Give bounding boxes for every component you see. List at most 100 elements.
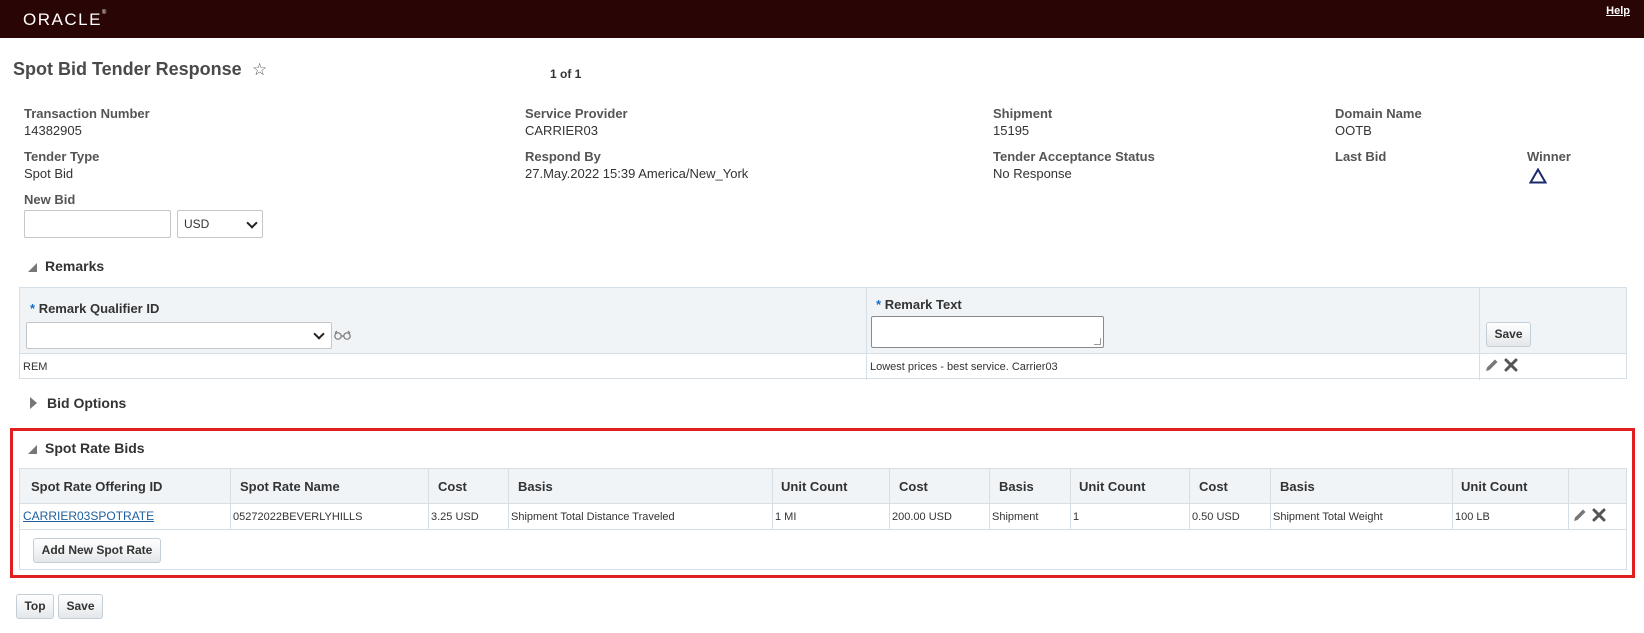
oracle-logo: ORACLE® bbox=[23, 10, 108, 29]
favorite-star-icon[interactable]: ☆ bbox=[252, 60, 267, 80]
cost-cell: 0.50 USD bbox=[1192, 511, 1240, 523]
winner-label: Winner bbox=[1527, 149, 1571, 164]
table-row: CARRIER03SPOTRATE bbox=[23, 509, 154, 523]
remarks-table: * Remark Qualifier ID * Remark Text Save… bbox=[19, 287, 1627, 380]
remarks-title: Remarks bbox=[45, 258, 105, 274]
currency-select[interactable]: USD bbox=[177, 210, 263, 238]
required-mark: * bbox=[876, 297, 882, 312]
tender-acceptance-status-field: Tender Acceptance Status No Response bbox=[993, 149, 1155, 181]
service-provider-field: Service Provider CARRIER03 bbox=[525, 106, 628, 138]
spot-rate-bids-title: Spot Rate Bids bbox=[45, 440, 145, 456]
top-bar: ORACLE® Help bbox=[0, 0, 1644, 38]
column-divider bbox=[1479, 288, 1480, 380]
spot-rate-offering-link[interactable]: CARRIER03SPOTRATE bbox=[23, 509, 154, 523]
spot-rate-name-cell: 05272022BEVERLYHILLS bbox=[233, 511, 363, 523]
basis-cell: Shipment Total Weight bbox=[1273, 511, 1383, 523]
header-unit-count: Unit Count bbox=[781, 479, 848, 494]
column-divider bbox=[230, 469, 231, 529]
header-cost: Cost bbox=[1199, 479, 1228, 494]
triangle-outline-icon bbox=[1529, 168, 1547, 184]
cost-cell: 200.00 USD bbox=[892, 511, 952, 523]
header-spot-rate-name: Spot Rate Name bbox=[240, 479, 340, 494]
remark-qualifier-cell: REM bbox=[23, 361, 48, 373]
tender-type-value: Spot Bid bbox=[24, 166, 74, 181]
column-divider bbox=[989, 469, 990, 529]
transaction-number-value: 14382905 bbox=[24, 123, 82, 138]
respond-by-value: 27.May.2022 15:39 America/New_York bbox=[525, 166, 749, 181]
header-cost: Cost bbox=[438, 479, 467, 494]
expand-triangle-icon bbox=[30, 397, 37, 409]
remark-text-textarea[interactable] bbox=[871, 316, 1104, 348]
remark-qualifier-header-label: Remark Qualifier ID bbox=[38, 301, 160, 316]
service-provider-label: Service Provider bbox=[525, 106, 628, 121]
winner-field: Winner bbox=[1527, 149, 1571, 164]
column-divider bbox=[428, 469, 429, 529]
column-divider bbox=[1070, 469, 1071, 529]
delete-x-icon[interactable] bbox=[1591, 507, 1607, 523]
new-bid-input[interactable] bbox=[24, 210, 171, 238]
header-unit-count: Unit Count bbox=[1461, 479, 1528, 494]
basis-cell: Shipment Total Distance Traveled bbox=[511, 511, 675, 523]
unit-count-cell: 100 LB bbox=[1455, 511, 1490, 523]
spot-rate-bids-section-header[interactable]: Spot Rate Bids bbox=[28, 440, 145, 456]
column-divider bbox=[772, 469, 773, 529]
header-basis: Basis bbox=[999, 479, 1034, 494]
tender-acceptance-status-value: No Response bbox=[993, 166, 1072, 181]
edit-pencil-icon[interactable] bbox=[1572, 507, 1588, 523]
bid-options-title: Bid Options bbox=[47, 395, 127, 411]
new-bid-field: New Bid bbox=[24, 192, 75, 207]
transaction-number-label: Transaction Number bbox=[24, 106, 150, 121]
shipment-label: Shipment bbox=[993, 106, 1053, 121]
domain-name-value: OOTB bbox=[1335, 123, 1372, 138]
row-divider bbox=[20, 529, 1626, 530]
respond-by-field: Respond By 27.May.2022 15:39 America/New… bbox=[525, 149, 748, 181]
header-unit-count: Unit Count bbox=[1079, 479, 1146, 494]
header-basis: Basis bbox=[1280, 479, 1315, 494]
column-divider bbox=[866, 288, 867, 380]
tender-type-label: Tender Type bbox=[24, 149, 100, 164]
last-bid-field: Last Bid bbox=[1335, 149, 1386, 166]
remark-qualifier-select[interactable] bbox=[26, 322, 332, 349]
remarks-save-button[interactable]: Save bbox=[1486, 322, 1531, 347]
edit-pencil-icon[interactable] bbox=[1484, 357, 1500, 373]
top-button[interactable]: Top bbox=[16, 594, 54, 619]
remark-qualifier-header: * Remark Qualifier ID bbox=[30, 301, 159, 316]
delete-x-icon[interactable] bbox=[1503, 357, 1519, 373]
currency-value: USD bbox=[184, 217, 210, 231]
remark-text-header: * Remark Text bbox=[876, 297, 962, 312]
footer-save-button[interactable]: Save bbox=[58, 594, 103, 619]
cost-cell: 3.25 USD bbox=[431, 511, 479, 523]
column-divider bbox=[508, 469, 509, 529]
add-new-spot-rate-button[interactable]: Add New Spot Rate bbox=[33, 538, 161, 563]
column-divider bbox=[1568, 469, 1569, 529]
basis-cell: Shipment bbox=[992, 511, 1039, 523]
collapse-triangle-icon bbox=[28, 445, 37, 454]
page-title: Spot Bid Tender Response bbox=[13, 59, 242, 79]
new-bid-label: New Bid bbox=[24, 192, 76, 207]
spot-rate-bids-table: Spot Rate Offering ID Spot Rate Name Cos… bbox=[19, 468, 1627, 570]
column-divider bbox=[1189, 469, 1190, 529]
shipment-value: 15195 bbox=[993, 123, 1030, 138]
unit-count-cell: 1 bbox=[1073, 511, 1080, 523]
transaction-number-field: Transaction Number 14382905 bbox=[24, 106, 150, 138]
lookup-glasses-icon[interactable] bbox=[334, 328, 351, 343]
column-divider bbox=[889, 469, 890, 529]
chevron-down-icon bbox=[313, 328, 325, 340]
header-basis: Basis bbox=[518, 479, 553, 494]
column-divider bbox=[1452, 469, 1453, 529]
header-spot-rate-offering-id: Spot Rate Offering ID bbox=[31, 479, 163, 494]
domain-name-label: Domain Name bbox=[1335, 106, 1422, 121]
remarks-section-header[interactable]: Remarks bbox=[28, 258, 104, 274]
shipment-field: Shipment 15195 bbox=[993, 106, 1052, 138]
last-bid-label: Last Bid bbox=[1335, 149, 1387, 164]
respond-by-label: Respond By bbox=[525, 149, 601, 164]
unit-count-cell: 1 MI bbox=[775, 511, 797, 523]
remark-text-header-label: Remark Text bbox=[884, 297, 962, 312]
chevron-down-icon bbox=[246, 217, 258, 229]
column-divider bbox=[1270, 469, 1271, 529]
bid-options-section-header[interactable]: Bid Options bbox=[30, 395, 126, 411]
tender-acceptance-status-label: Tender Acceptance Status bbox=[993, 149, 1155, 164]
header-cost: Cost bbox=[899, 479, 928, 494]
help-link[interactable]: Help bbox=[1606, 5, 1630, 17]
required-mark: * bbox=[30, 301, 36, 316]
